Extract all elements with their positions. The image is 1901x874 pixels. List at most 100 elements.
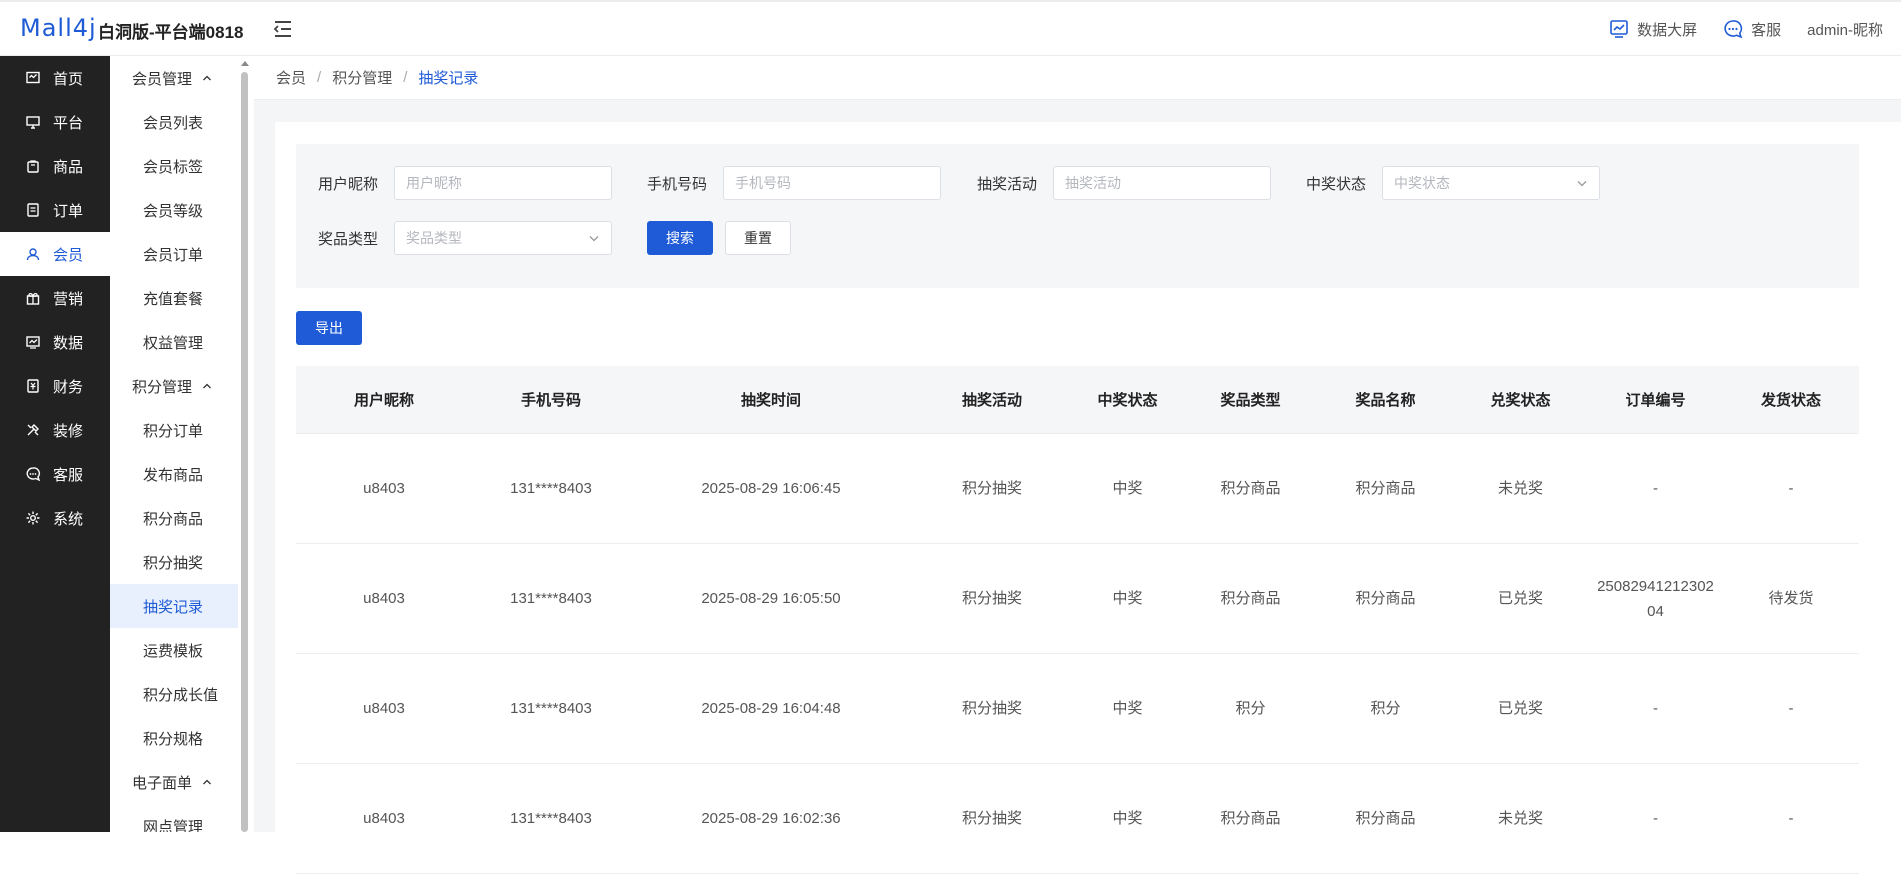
table-cell: 积分商品 <box>1318 763 1453 874</box>
menu-toggle-icon[interactable] <box>272 18 294 40</box>
table-cell: 131****8403 <box>472 653 630 764</box>
table-cell: 中奖 <box>1072 763 1183 874</box>
customer-service-link[interactable]: 客服 <box>1723 19 1781 40</box>
subnav-item-freight-template[interactable]: 运费模板 <box>110 628 238 672</box>
subnav-group-label: 会员管理 <box>132 70 193 88</box>
nav-item-platform[interactable]: 平台 <box>0 100 110 144</box>
activity-input[interactable] <box>1053 166 1271 200</box>
data-screen-link[interactable]: 数据大屏 <box>1609 19 1697 40</box>
table-cell: 积分抽奖 <box>912 433 1072 544</box>
subnav-group-waybill[interactable]: 电子面单 <box>110 760 238 804</box>
table-cell: 中奖 <box>1072 543 1183 654</box>
top-right-actions: 数据大屏 客服 admin-昵称 <box>1609 2 1901 56</box>
nav-item-finance[interactable]: 财务 <box>0 364 110 408</box>
table-cell: 积分商品 <box>1183 763 1318 874</box>
nav-item-home[interactable]: 首页 <box>0 56 110 100</box>
subnav-group-points[interactable]: 积分管理 <box>110 364 238 408</box>
nickname-label: 用户昵称 <box>318 176 379 193</box>
breadcrumb-separator: / <box>317 69 322 86</box>
table-cell: - <box>1588 433 1723 544</box>
member-icon <box>26 248 40 261</box>
column-header: 用户昵称 <box>296 366 472 434</box>
win-status-label: 中奖状态 <box>1306 176 1367 193</box>
table-cell: 积分商品 <box>1318 433 1453 544</box>
subnav-item-points-lottery[interactable]: 积分抽奖 <box>110 540 238 584</box>
table-row: u8403 131****8403 2025-08-29 16:06:45 积分… <box>296 433 1859 544</box>
subnav-item-publish-goods[interactable]: 发布商品 <box>110 452 238 496</box>
subnav-scrollbar-thumb[interactable] <box>241 72 248 832</box>
logo[interactable]: Mall4j <box>20 14 97 42</box>
secondary-nav: 会员管理 会员列表 会员标签 会员等级 会员订单 充值套餐 权益管理 积分管理 … <box>110 56 239 832</box>
table-cell: 积分抽奖 <box>912 543 1072 654</box>
nav-item-marketing[interactable]: 营销 <box>0 276 110 320</box>
chart-screen-icon <box>1610 20 1628 38</box>
nav-label: 装修 <box>53 422 84 440</box>
breadcrumb-separator: / <box>403 69 408 86</box>
nav-item-data[interactable]: 数据 <box>0 320 110 364</box>
nav-item-orders[interactable]: 订单 <box>0 188 110 232</box>
win-status-select[interactable]: 中奖状态 <box>1382 166 1600 200</box>
settings-icon <box>26 511 40 525</box>
table-cell: 131****8403 <box>472 543 630 654</box>
top-bar: Mall4j 白洞版-平台端0818 数据大屏 客服 admin-昵称 <box>0 0 1901 56</box>
phone-label: 手机号码 <box>647 176 708 193</box>
table-row: u8403 131****8403 2025-08-29 16:04:48 积分… <box>296 653 1859 764</box>
nav-label: 数据 <box>53 334 84 352</box>
prize-type-select[interactable]: 奖品类型 <box>394 221 612 255</box>
search-button[interactable]: 搜索 <box>647 221 713 255</box>
nav-item-system[interactable]: 系统 <box>0 496 110 540</box>
table-header-row: 用户昵称 手机号码 抽奖时间 抽奖活动 中奖状态 奖品类型 奖品名称 兑奖状态 … <box>296 366 1859 434</box>
table-row: u8403 131****8403 2025-08-29 16:02:36 积分… <box>296 763 1859 874</box>
subnav-item-member-list[interactable]: 会员列表 <box>110 100 238 144</box>
table-cell: - <box>1588 653 1723 764</box>
nav-label: 客服 <box>53 466 84 484</box>
phone-input[interactable] <box>723 166 941 200</box>
table-row: u8403 131****8403 2025-08-29 16:05:50 积分… <box>296 543 1859 654</box>
nav-item-member[interactable]: 会员 <box>0 232 110 276</box>
chevron-down-icon <box>1577 181 1587 187</box>
table-cell: 积分 <box>1183 653 1318 764</box>
table-cell: - <box>1588 763 1723 874</box>
table-cell: 积分 <box>1318 653 1453 764</box>
subnav-item-lottery-records[interactable]: 抽奖记录 <box>110 584 238 628</box>
table-cell: 131****8403 <box>472 763 630 874</box>
main-content: 会员 / 积分管理 / 抽奖记录 用户昵称 手机号码 抽奖活动 中奖状态 中奖状… <box>254 56 1901 874</box>
subnav-item-points-orders[interactable]: 积分订单 <box>110 408 238 452</box>
breadcrumb-item-points[interactable]: 积分管理 <box>332 67 392 88</box>
nav-label: 订单 <box>53 202 84 220</box>
table-cell: 待发货 <box>1723 543 1859 654</box>
customer-service-label: 客服 <box>1751 21 1782 39</box>
subnav-item-member-orders[interactable]: 会员订单 <box>110 232 238 276</box>
subnav-item-member-tags[interactable]: 会员标签 <box>110 144 238 188</box>
subnav-item-points-goods[interactable]: 积分商品 <box>110 496 238 540</box>
subnav-group-member[interactable]: 会员管理 <box>110 56 238 100</box>
scroll-up-arrow-icon[interactable] <box>241 61 249 66</box>
prize-type-label: 奖品类型 <box>318 231 379 248</box>
subnav-item-outlets[interactable]: 网点管理 <box>110 804 238 833</box>
data-icon <box>26 336 40 349</box>
nickname-input[interactable] <box>394 166 612 200</box>
user-menu[interactable]: admin-昵称 <box>1807 19 1883 40</box>
column-header: 奖品类型 <box>1183 366 1318 434</box>
nav-item-service[interactable]: 客服 <box>0 452 110 496</box>
table-cell: 中奖 <box>1072 653 1183 764</box>
subnav-item-recharge[interactable]: 充值套餐 <box>110 276 238 320</box>
nav-label: 商品 <box>53 158 84 176</box>
subnav-item-benefits[interactable]: 权益管理 <box>110 320 238 364</box>
user-name: admin-昵称 <box>1807 21 1883 39</box>
table-cell: 积分商品 <box>1183 433 1318 544</box>
filter-panel: 用户昵称 手机号码 抽奖活动 中奖状态 中奖状态 奖品类型 奖品类型 搜索 重置 <box>296 144 1859 288</box>
reset-button[interactable]: 重置 <box>725 221 791 255</box>
activity-label: 抽奖活动 <box>977 176 1038 193</box>
subnav-group-label: 电子面单 <box>132 774 193 792</box>
nav-item-goods[interactable]: 商品 <box>0 144 110 188</box>
table-cell: 2025-08-29 16:04:48 <box>630 653 912 764</box>
subnav-item-member-levels[interactable]: 会员等级 <box>110 188 238 232</box>
breadcrumb-item-member[interactable]: 会员 <box>276 67 306 88</box>
subnav-item-points-spec[interactable]: 积分规格 <box>110 716 238 760</box>
nav-label: 营销 <box>53 290 84 308</box>
app-title: 白洞版-平台端0818 <box>98 23 244 42</box>
subnav-item-points-growth[interactable]: 积分成长值 <box>110 672 238 716</box>
export-button[interactable]: 导出 <box>296 311 362 345</box>
nav-item-decorate[interactable]: 装修 <box>0 408 110 452</box>
